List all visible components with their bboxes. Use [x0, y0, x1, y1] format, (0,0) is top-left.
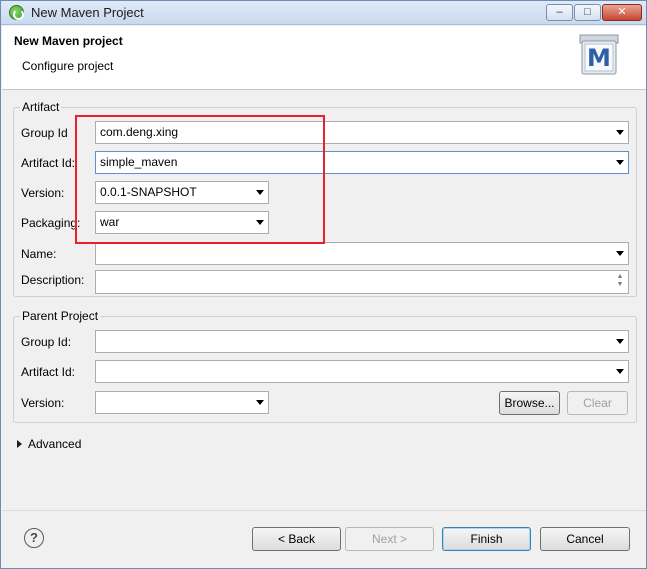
name-label: Name:	[21, 247, 57, 261]
chevron-down-icon[interactable]	[616, 339, 624, 344]
spring-app-icon	[9, 5, 24, 20]
maximize-button[interactable]: □	[574, 4, 601, 21]
packaging-label: Packaging:	[21, 216, 81, 230]
chevron-down-icon[interactable]	[256, 400, 264, 405]
name-combo[interactable]	[95, 242, 629, 265]
parent-version-combo[interactable]	[95, 391, 269, 414]
parent-group-id-label: Group Id:	[21, 335, 72, 349]
artifact-group-label: Artifact	[20, 100, 62, 114]
version-label: Version:	[21, 186, 65, 200]
description-label: Description:	[21, 273, 85, 287]
clear-button[interactable]: Clear	[567, 391, 628, 415]
window-title: New Maven Project	[31, 5, 144, 20]
description-scrollbar[interactable]: ▲ ▼	[614, 273, 626, 290]
chevron-down-icon[interactable]	[616, 160, 624, 165]
next-button[interactable]: Next >	[345, 527, 434, 551]
page-title: New Maven project	[14, 34, 123, 48]
wizard-header: New Maven project Configure project M	[2, 26, 646, 90]
advanced-section-toggle[interactable]: Advanced	[28, 437, 81, 451]
description-textarea[interactable]: ▲ ▼	[95, 270, 629, 294]
new-maven-project-dialog: New Maven Project – □ ✕ New Maven projec…	[0, 0, 647, 569]
cancel-button[interactable]: Cancel	[540, 527, 630, 551]
parent-artifact-id-combo[interactable]	[95, 360, 629, 383]
annotation-highlight-box	[75, 115, 325, 244]
group-id-label: Group Id	[21, 126, 68, 140]
chevron-down-icon[interactable]	[616, 251, 624, 256]
minimize-button[interactable]: –	[546, 4, 573, 21]
maven-logo-letter: M	[587, 44, 611, 72]
page-subtitle: Configure project	[22, 59, 114, 73]
parent-group-id-combo[interactable]	[95, 330, 629, 353]
back-button[interactable]: < Back	[252, 527, 341, 551]
parent-artifact-id-label: Artifact Id:	[21, 365, 76, 379]
chevron-down-icon[interactable]	[616, 130, 624, 135]
parent-project-group-label: Parent Project	[20, 309, 101, 323]
close-button[interactable]: ✕	[602, 4, 642, 21]
artifact-id-label: Artifact Id:	[21, 156, 76, 170]
footer-separator	[2, 510, 646, 511]
chevron-down-icon[interactable]	[616, 369, 624, 374]
maven-logo-icon: M	[579, 34, 619, 75]
browse-button[interactable]: Browse...	[499, 391, 560, 415]
parent-version-label: Version:	[21, 396, 65, 410]
help-icon[interactable]: ?	[24, 528, 44, 548]
expand-arrow-icon[interactable]	[17, 440, 22, 448]
title-bar[interactable]: New Maven Project – □ ✕	[1, 1, 646, 25]
finish-button[interactable]: Finish	[442, 527, 531, 551]
